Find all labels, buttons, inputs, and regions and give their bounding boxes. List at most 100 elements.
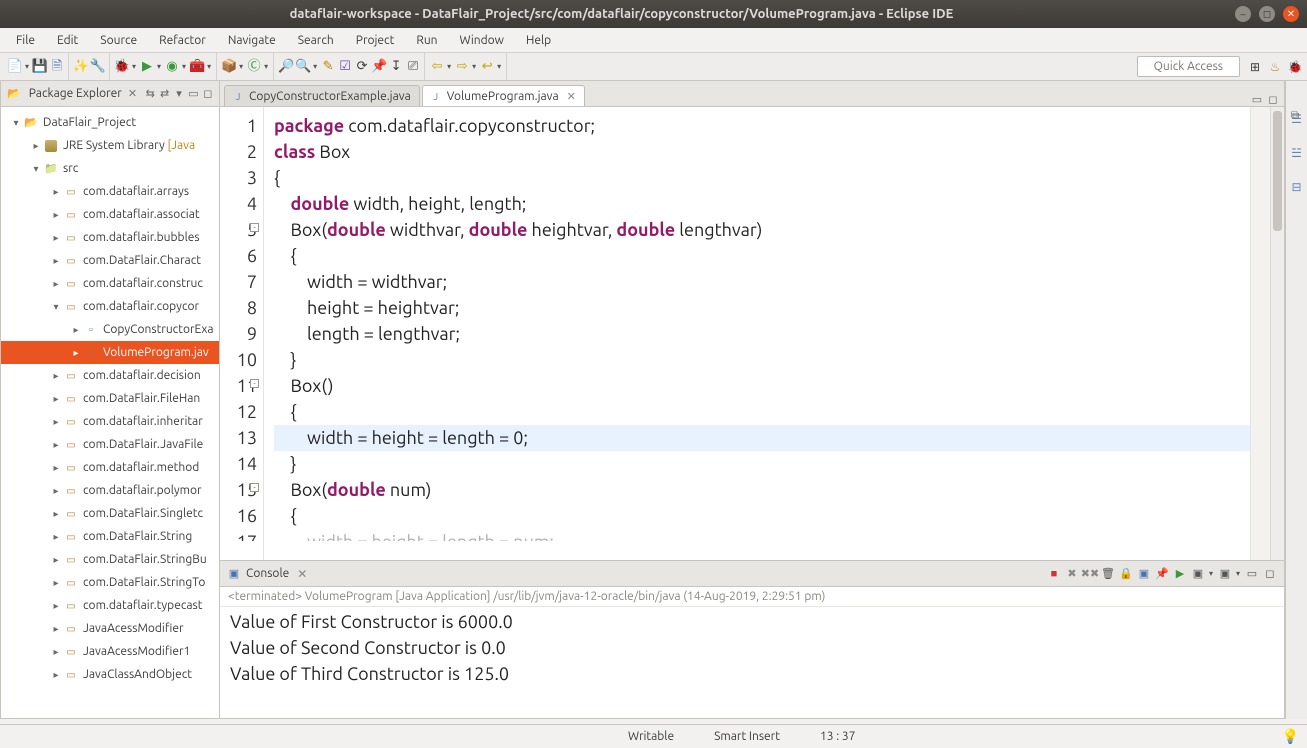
- code-editor[interactable]: 12345-67891011-12131415-1617 package com…: [220, 107, 1284, 560]
- new-class-icon[interactable]: Ⓒ: [246, 59, 262, 75]
- toggle-mark-icon[interactable]: ✎: [320, 59, 336, 75]
- editor-tab[interactable]: J CopyConstructorExample.java: [224, 85, 420, 106]
- coverage-icon[interactable]: ◉: [164, 59, 180, 75]
- window-minimize-button[interactable]: –: [1235, 6, 1251, 22]
- tree-package-copyconstructor[interactable]: ▾com.dataflair.copycor: [1, 295, 219, 318]
- tree-src[interactable]: ▾src: [1, 157, 219, 180]
- tree-package[interactable]: ▸com.dataflair.construc: [1, 272, 219, 295]
- build-icon[interactable]: 🔧: [90, 59, 106, 75]
- scroll-lock-icon[interactable]: 🔒: [1118, 566, 1134, 582]
- tree-package[interactable]: ▸com.dataflair.associat: [1, 203, 219, 226]
- package-explorer-tree[interactable]: ▾DataFlair_Project ▸JRE System Library […: [1, 107, 219, 690]
- new-package-icon[interactable]: 📦: [221, 59, 237, 75]
- open-console-icon[interactable]: ▣: [1190, 566, 1206, 582]
- tree-jre[interactable]: ▸JRE System Library [Java: [1, 134, 219, 157]
- run-icon[interactable]: ▶: [139, 59, 155, 75]
- window-close-button[interactable]: ✕: [1283, 6, 1299, 22]
- tree-package[interactable]: ▸com.dataflair.bubbles: [1, 226, 219, 249]
- external-tools-icon[interactable]: 🧰: [189, 59, 205, 75]
- remove-all-icon[interactable]: ✖✖: [1082, 566, 1098, 582]
- tree-package[interactable]: ▸com.DataFlair.String: [1, 525, 219, 548]
- hierarchy-icon[interactable]: ⊟: [1289, 179, 1305, 195]
- debug-perspective-icon[interactable]: 🐞: [1287, 59, 1303, 75]
- show-console-icon[interactable]: ▣: [1136, 566, 1152, 582]
- menu-source[interactable]: Source: [90, 31, 147, 50]
- menu-refactor[interactable]: Refactor: [149, 31, 216, 50]
- editor-tab-active[interactable]: J VolumeProgram.java ✕: [422, 85, 585, 106]
- menu-help[interactable]: Help: [516, 31, 561, 50]
- tip-icon[interactable]: 💡: [1282, 728, 1299, 745]
- tree-package[interactable]: ▸com.DataFlair.FileHan: [1, 387, 219, 410]
- minimize-console-icon[interactable]: ▭: [1244, 566, 1260, 582]
- tree-package[interactable]: ▸com.DataFlair.StringTo: [1, 571, 219, 594]
- close-console-icon[interactable]: ✕: [297, 567, 307, 581]
- tree-package[interactable]: ▸com.DataFlair.JavaFile: [1, 433, 219, 456]
- tree-package[interactable]: ▸com.dataflair.decision: [1, 364, 219, 387]
- tree-package[interactable]: ▸com.dataflair.method: [1, 456, 219, 479]
- tree-package[interactable]: ▸com.dataflair.typecast: [1, 594, 219, 617]
- new-console-icon[interactable]: ▣: [1217, 566, 1233, 582]
- wand-icon[interactable]: ✨: [73, 59, 89, 75]
- view-menu-icon[interactable]: ▾: [174, 87, 184, 101]
- close-tab-icon[interactable]: ✕: [567, 90, 576, 103]
- maximize-view-icon[interactable]: ◻: [203, 87, 213, 101]
- window-maximize-button[interactable]: ◻: [1259, 6, 1275, 22]
- menu-run[interactable]: Run: [406, 31, 447, 50]
- pin-console-icon[interactable]: 📌: [1154, 566, 1170, 582]
- tree-package[interactable]: ▸com.DataFlair.StringBu: [1, 548, 219, 571]
- close-view-icon[interactable]: ✕: [128, 87, 137, 100]
- quick-access-input[interactable]: Quick Access: [1137, 56, 1240, 77]
- save-all-icon[interactable]: 🗎: [49, 59, 65, 75]
- minimize-editor-icon[interactable]: ▭: [1250, 92, 1264, 106]
- menu-file[interactable]: File: [6, 31, 45, 50]
- tree-package[interactable]: ▸JavaClassAndObject: [1, 663, 219, 686]
- maximize-console-icon[interactable]: ◻: [1262, 566, 1278, 582]
- pin-icon[interactable]: 📌: [371, 59, 387, 75]
- last-edit-icon[interactable]: ↩: [479, 59, 495, 75]
- open-perspective-icon[interactable]: ⊞: [1247, 59, 1263, 75]
- debug-icon[interactable]: 🐞: [114, 59, 130, 75]
- maximize-editor-icon[interactable]: ◻: [1266, 92, 1280, 106]
- menu-search[interactable]: Search: [288, 31, 344, 50]
- new-icon[interactable]: 📄: [7, 59, 23, 75]
- tree-file[interactable]: ▸CopyConstructorExa: [1, 318, 219, 341]
- outline-icon[interactable]: ☱: [1289, 145, 1305, 161]
- terminate-icon[interactable]: ■: [1046, 566, 1062, 582]
- tree-package[interactable]: ▸com.dataflair.arrays: [1, 180, 219, 203]
- save-icon[interactable]: 💾: [32, 59, 48, 75]
- forward-icon[interactable]: ⇨: [454, 59, 470, 75]
- menu-window[interactable]: Window: [450, 31, 514, 50]
- console-process-info: <terminated> VolumeProgram [Java Applica…: [220, 587, 1284, 607]
- task-icon[interactable]: ☑: [337, 59, 353, 75]
- tree-package[interactable]: ▸com.DataFlair.Singletc: [1, 502, 219, 525]
- restore-icon[interactable]: ⧉: [1287, 108, 1303, 124]
- step-icon[interactable]: ↧: [388, 59, 404, 75]
- back-icon[interactable]: ⇦: [429, 59, 445, 75]
- tree-project[interactable]: ▾DataFlair_Project: [1, 111, 219, 134]
- remove-launch-icon[interactable]: ✖: [1064, 566, 1080, 582]
- overview-ruler: [1250, 107, 1270, 560]
- collapse-all-icon[interactable]: ⇆: [145, 87, 155, 101]
- console-output[interactable]: Value of First Constructor is 6000.0 Val…: [220, 607, 1284, 718]
- code-content[interactable]: package com.dataflair.copyconstructor;cl…: [264, 107, 1250, 560]
- menu-project[interactable]: Project: [346, 31, 405, 50]
- refresh-icon[interactable]: ⟳: [354, 59, 370, 75]
- open-type-icon[interactable]: 🔎: [278, 59, 294, 75]
- tree-package[interactable]: ▸com.DataFlair.Charact: [1, 249, 219, 272]
- clear-console-icon[interactable]: 🗑: [1100, 566, 1116, 582]
- tree-file-selected[interactable]: ▸VolumeProgram.jav: [1, 341, 219, 364]
- menu-navigate[interactable]: Navigate: [218, 31, 286, 50]
- filter-icon[interactable]: ⎚: [405, 59, 421, 75]
- tree-package[interactable]: ▸JavaAcessModifier: [1, 617, 219, 640]
- tree-package[interactable]: ▸com.dataflair.inheritar: [1, 410, 219, 433]
- display-selected-icon[interactable]: ▶: [1172, 566, 1188, 582]
- tree-package[interactable]: ▸JavaAcessModifier1: [1, 640, 219, 663]
- minimize-view-icon[interactable]: ▭: [188, 87, 198, 101]
- menu-edit[interactable]: Edit: [47, 31, 88, 50]
- link-editor-icon[interactable]: ⇄: [159, 87, 169, 101]
- package-icon: [63, 529, 79, 545]
- vertical-scrollbar[interactable]: [1270, 107, 1284, 560]
- tree-package[interactable]: ▸com.dataflair.polymor: [1, 479, 219, 502]
- search-icon[interactable]: 🔍: [295, 59, 311, 75]
- java-perspective-icon[interactable]: ♨: [1267, 59, 1283, 75]
